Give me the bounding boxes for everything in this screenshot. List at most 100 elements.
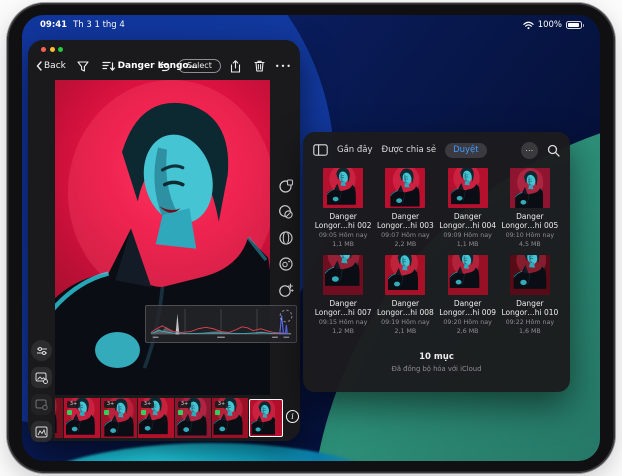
histogram-toggle-button[interactable] — [31, 421, 52, 442]
edit-count-badge: 3+ — [104, 401, 117, 408]
filmstrip-thumb[interactable]: 3+ — [64, 398, 100, 438]
filter-button[interactable] — [74, 57, 92, 75]
edit-count-badge: 3+ — [141, 401, 154, 408]
edited-indicator — [141, 410, 146, 415]
auto-adjust-button[interactable] — [31, 340, 52, 361]
crop-rotate-tool-button[interactable] — [277, 177, 295, 195]
wifi-icon — [523, 21, 534, 29]
thumbnail-photo — [250, 400, 282, 436]
adjust-tool-button[interactable] — [277, 229, 295, 247]
back-label: Back — [44, 61, 66, 71]
crop-rotate-icon — [279, 179, 294, 193]
edited-indicator — [104, 410, 109, 415]
battery-icon — [566, 21, 584, 29]
file-thumbnail — [385, 255, 426, 295]
files-header: Gần đây Được chia sẻ Duyệt ⋯ — [313, 139, 560, 161]
file-thumbnail — [323, 255, 364, 295]
filmstrip-thumb[interactable]: 3+ — [101, 398, 137, 438]
zoom-window-icon[interactable] — [58, 47, 63, 52]
repair-tool-button[interactable] — [277, 307, 295, 325]
filmstrip[interactable]: 3+ 3+ 3+ 3+ 3+ — [55, 398, 285, 438]
trash-icon — [254, 60, 265, 72]
file-item[interactable]: Danger Longor…hi 002 09:05 Hôm nay 1,1 MB — [312, 168, 374, 253]
file-name: Danger Longor…hi 002 — [314, 212, 372, 231]
file-size: 2,6 MB — [456, 327, 479, 335]
sliders-icon — [36, 346, 47, 355]
tab-browse[interactable]: Duyệt — [445, 142, 487, 158]
filters-tool-button[interactable] — [277, 203, 295, 221]
compare-button[interactable] — [31, 394, 52, 415]
tab-recents[interactable]: Gần đây — [337, 145, 373, 155]
file-time: 09:20 Hôm nay — [443, 319, 492, 327]
photo-editor-window: Back Danger Longo… Select ••• 3+ 3+ 3+ 3… — [28, 40, 300, 442]
icloud-sync-status: Đã đồng bộ hóa với iCloud — [391, 365, 482, 373]
file-item[interactable]: Danger Longor…hi 009 09:20 Hôm nay 2,6 MB — [437, 255, 499, 340]
image-circle-icon — [35, 399, 48, 410]
file-name: Danger Longor…hi 004 — [439, 212, 497, 231]
info-button[interactable]: i — [286, 410, 299, 423]
filters-icon — [279, 205, 293, 219]
file-size: 2,2 MB — [394, 240, 417, 248]
back-button[interactable]: Back — [36, 61, 66, 71]
filmstrip-thumb[interactable] — [55, 398, 63, 438]
files-footer: 10 mục Đã đồng bộ hóa với iCloud — [303, 352, 570, 373]
more-options-button[interactable]: ⋯ — [521, 141, 538, 159]
file-size: 4,5 MB — [518, 240, 541, 248]
sidebar-toggle-icon[interactable] — [313, 144, 328, 156]
editor-toolbar: Back Danger Longo… Select ••• — [36, 55, 292, 77]
file-item[interactable]: Danger Longor…hi 005 09:10 Hôm nay 4,5 MB — [499, 168, 561, 253]
battery-percent: 100% — [537, 20, 562, 30]
window-controls[interactable] — [41, 47, 63, 52]
more-button[interactable]: ••• — [275, 62, 292, 71]
edit-count-badge: 3+ — [215, 401, 228, 408]
filmstrip-thumb[interactable]: 3+ — [138, 398, 174, 438]
file-item[interactable]: Danger Longor…hi 004 09:09 Hôm nay 1,1 MB — [437, 168, 499, 253]
filmstrip-thumb-selected[interactable] — [249, 399, 283, 437]
edit-count-badge: 3+ — [178, 401, 191, 408]
close-window-icon[interactable] — [41, 47, 46, 52]
status-bar: 09:41 Th 3 1 thg 4 100% — [40, 19, 584, 31]
file-size: 1,2 MB — [332, 327, 355, 335]
file-thumbnail — [447, 255, 488, 295]
file-name: Danger Longor…hi 007 — [314, 299, 372, 318]
file-item[interactable]: Danger Longor…hi 008 09:19 Hôm nay 2,1 MB — [374, 255, 436, 340]
histogram-chart — [150, 308, 292, 338]
canvas-side-buttons — [31, 340, 52, 442]
image-gear-icon — [35, 372, 48, 384]
export-preset-button[interactable] — [31, 367, 52, 388]
tab-shared[interactable]: Được chia sẻ — [382, 145, 437, 155]
edit-tool-column — [277, 177, 295, 325]
file-size: 2,1 MB — [394, 327, 417, 335]
files-grid: Danger Longor…hi 002 09:05 Hôm nay 1,1 MB… — [312, 168, 561, 340]
minimize-window-icon[interactable] — [49, 47, 55, 52]
funnel-icon — [77, 60, 89, 72]
file-item[interactable]: Danger Longor…hi 007 09:15 Hôm nay 1,2 MB — [312, 255, 374, 340]
dashed-circle-repair-icon — [279, 309, 293, 323]
file-name: Danger Longor…hi 003 — [376, 212, 434, 231]
histogram-overlay — [145, 305, 297, 343]
sort-button[interactable] — [100, 57, 118, 75]
aperture-adjust-icon — [279, 231, 293, 245]
file-item[interactable]: Danger Longor…hi 010 09:22 Hôm nay 1,6 MB — [499, 255, 561, 340]
delete-button[interactable] — [251, 57, 269, 75]
search-icon[interactable] — [547, 144, 560, 157]
portrait-photo — [55, 80, 270, 395]
file-thumbnail — [509, 255, 550, 295]
photo-canvas[interactable] — [55, 80, 270, 395]
color-tool-button[interactable] — [277, 255, 295, 273]
file-time: 09:05 Hôm nay — [318, 232, 368, 240]
file-thumbnail — [447, 168, 488, 208]
file-size: 1,1 MB — [332, 240, 355, 248]
filmstrip-thumb[interactable]: 3+ — [175, 398, 211, 438]
file-name: Danger Longor…hi 008 — [376, 299, 434, 318]
file-item[interactable]: Danger Longor…hi 003 09:07 Hôm nay 2,2 MB — [374, 168, 436, 253]
filmstrip-thumb[interactable]: 3+ — [212, 398, 248, 438]
status-date: Th 3 1 thg 4 — [73, 20, 125, 30]
file-thumbnail — [509, 168, 550, 208]
effects-tool-button[interactable] — [277, 281, 295, 299]
files-browser-panel: Gần đây Được chia sẻ Duyệt ⋯ Danger Longo… — [303, 132, 570, 392]
file-time: 09:15 Hôm nay — [318, 319, 368, 327]
thumbnail-photo — [55, 398, 63, 438]
item-count: 10 mục — [419, 352, 454, 362]
share-button[interactable] — [227, 57, 245, 75]
